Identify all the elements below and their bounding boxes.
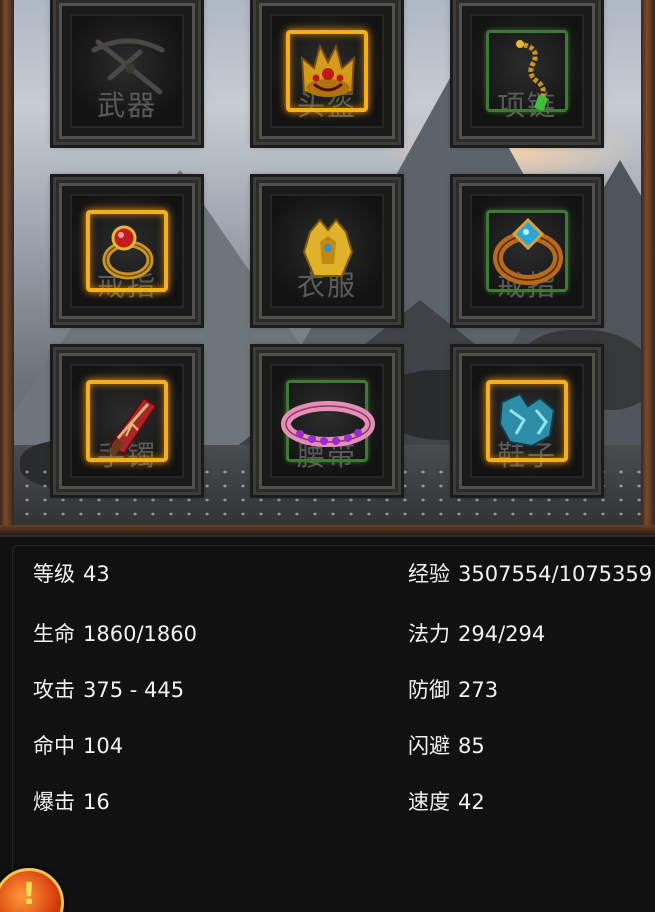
stat-level: 等级 43 [33, 558, 110, 588]
stat-value: 3507554/1075359 [458, 562, 653, 586]
stat-label: 闪避 [408, 734, 450, 758]
frame-left-edge [0, 0, 14, 535]
stat-value: 85 [458, 734, 485, 758]
slot-bracelet[interactable]: 手镯 [50, 344, 204, 498]
stat-value: 104 [83, 734, 124, 758]
stat-value: 42 [458, 790, 485, 814]
stat-label: 等级 [33, 562, 75, 586]
stat-speed: 速度 42 [408, 786, 485, 816]
slot-boots[interactable]: 鞋子 [450, 344, 604, 498]
alert-mark: ! [22, 877, 36, 912]
stat-exp: 经验 3507554/1075359 [408, 558, 652, 588]
stat-mp: 法力 294/294 [408, 618, 545, 648]
ruby-ring-icon [102, 225, 154, 280]
character-stats-panel: 等级 43 经验 3507554/1075359 生命 1860/1860 法力 294… [0, 535, 655, 912]
stat-label: 生命 [33, 622, 75, 646]
stat-label: 速度 [408, 790, 450, 814]
stat-label: 法力 [408, 622, 450, 646]
slot-label: 武器 [96, 89, 157, 122]
stat-label: 防御 [408, 678, 450, 702]
slot-belt[interactable]: 腰带 [250, 344, 404, 498]
character-equipment-screen: 武器 头盔 项链 戒指 衣服 戒指 手镯 腰带 鞋子 等级 43 经验 3507… [0, 0, 655, 912]
slot-ring-left[interactable]: 戒指 [50, 174, 204, 328]
stats-frame [12, 545, 655, 912]
slot-armor[interactable]: 衣服 [250, 174, 404, 328]
stat-value: 1860/1860 [83, 622, 197, 646]
stat-attack: 攻击 375 - 445 [33, 674, 184, 704]
stat-value: 273 [458, 678, 499, 702]
stat-value: 16 [83, 790, 110, 814]
stat-hp: 生命 1860/1860 [33, 618, 197, 648]
slot-ring-right[interactable]: 戒指 [450, 174, 604, 328]
slot-weapon[interactable]: 武器 [50, 0, 204, 148]
equipment-panel: 武器 头盔 项链 戒指 衣服 戒指 手镯 腰带 鞋子 [0, 0, 655, 535]
helmet-crown-icon [300, 43, 356, 97]
slot-helmet[interactable]: 头盔 [250, 0, 404, 148]
frame-bottom-edge [0, 525, 655, 535]
stat-defense: 防御 273 [408, 674, 498, 704]
frame-right-edge [641, 0, 655, 535]
sapphire-ring-icon [493, 217, 563, 285]
stat-value: 294/294 [458, 622, 546, 646]
stat-hit: 命中 104 [33, 730, 123, 760]
slot-necklace[interactable]: 项链 [450, 0, 604, 148]
stat-dodge: 闪避 85 [408, 730, 485, 760]
necklace-icon [516, 40, 548, 111]
stat-value: 43 [83, 562, 110, 586]
stat-crit: 爆击 16 [33, 786, 110, 816]
stat-label: 攻击 [33, 678, 75, 702]
crystal-boots-icon [498, 392, 556, 448]
pink-belt-icon [281, 401, 375, 447]
stat-label: 爆击 [33, 790, 75, 814]
golden-armor-icon [302, 218, 354, 277]
stat-label: 命中 [33, 734, 75, 758]
stat-label: 经验 [408, 562, 450, 586]
bracer-icon [108, 396, 158, 457]
stat-value: 375 - 445 [83, 678, 185, 702]
